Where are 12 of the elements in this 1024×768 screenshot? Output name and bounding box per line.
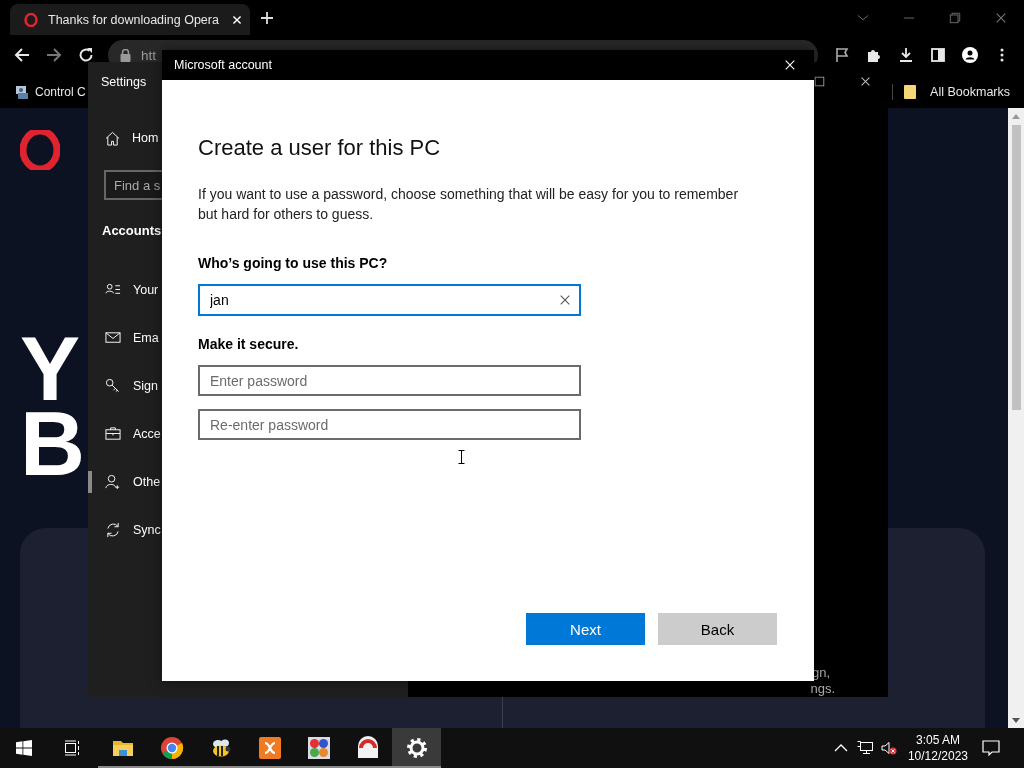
dialog-title: Microsoft account (174, 58, 272, 72)
dialog-heading: Create a user for this PC (198, 134, 441, 162)
section-heading: Accounts (102, 222, 162, 240)
description-text: ngs. (810, 681, 835, 697)
tab-title: Thanks for downloading Opera (48, 12, 220, 27)
hero-heading: Y (20, 332, 81, 407)
address-text: htt (141, 47, 156, 63)
field-label: Who’s going to use this PC? (198, 254, 388, 272)
window-title: Settings (101, 74, 147, 90)
field-label: Make it secure. (198, 335, 299, 353)
dialog-description: If you want to use a password, choose something that will be easy for you to remember but hard for others to guess. (198, 185, 740, 224)
hero-heading: B (20, 407, 85, 482)
